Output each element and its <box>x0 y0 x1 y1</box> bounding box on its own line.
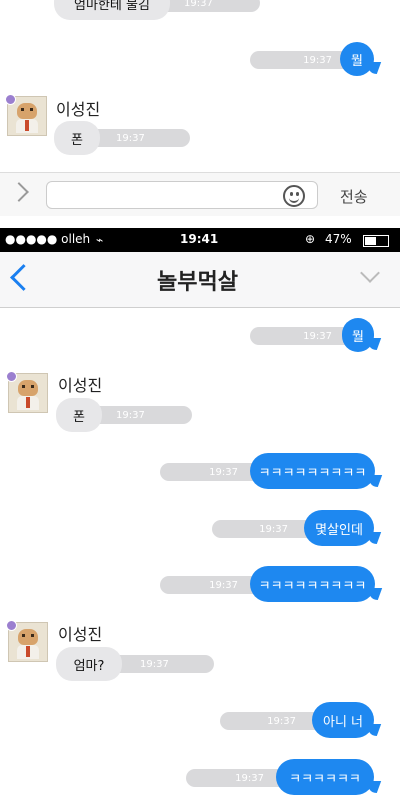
top-chat-panel: 19:37 엄마한테 물김 19:37 뭘 이성진 19:37 폰 <box>0 0 400 172</box>
clock: 19:41 <box>180 232 219 246</box>
message-bubble-received[interactable]: 폰 <box>54 121 100 155</box>
back-chevron-icon[interactable] <box>10 264 37 291</box>
chevron-down-icon[interactable] <box>360 263 380 283</box>
link-icon: ⌁ <box>96 233 104 247</box>
message-bubble-received[interactable]: 폰 <box>56 398 102 432</box>
message-bubble-sent[interactable]: 뭘 <box>342 318 374 352</box>
message-bubble-sent[interactable]: 뭘 <box>340 42 374 76</box>
sender-name: 이성진 <box>56 100 101 119</box>
sender-name: 이성진 <box>58 376 103 395</box>
message-input[interactable] <box>46 181 318 209</box>
emoji-icon[interactable] <box>283 185 305 207</box>
conversation: 19:37 뭘 이성진 19:37 폰 19:37 ㅋㅋㅋㅋㅋㅋㅋㅋㅋ 19:3… <box>0 308 400 800</box>
online-indicator <box>6 620 17 631</box>
message-bubble-sent[interactable]: ㅋㅋㅋㅋㅋㅋ <box>276 759 374 795</box>
message-bubble-sent[interactable]: ㅋㅋㅋㅋㅋㅋㅋㅋㅋ <box>250 566 375 602</box>
message-bubble-received[interactable]: 엄마한테 물김 <box>54 0 170 20</box>
message-bubble-sent[interactable]: 몇살인데 <box>304 510 374 546</box>
avatar[interactable] <box>5 94 47 136</box>
orientation-lock-icon: ⊕ <box>305 232 316 246</box>
status-bar: ●●●●● olleh ⌁ 19:41 ⊕ 47% <box>0 228 400 252</box>
sender-name: 이성진 <box>58 625 103 644</box>
battery-icon <box>363 235 389 247</box>
avatar[interactable] <box>6 620 48 662</box>
send-button[interactable]: 전송 <box>340 186 368 207</box>
nav-bar: 놀부먹살 <box>0 252 400 308</box>
screenshot-divider <box>0 216 400 228</box>
message-bubble-sent[interactable]: ㅋㅋㅋㅋㅋㅋㅋㅋㅋ <box>250 453 375 489</box>
page-title: 놀부먹살 <box>157 270 238 295</box>
chevron-right-icon[interactable] <box>9 182 29 202</box>
online-indicator <box>6 371 17 382</box>
online-indicator <box>5 94 16 105</box>
message-input-bar: 전송 <box>0 172 400 217</box>
message-bubble-received[interactable]: 엄마? <box>56 647 122 681</box>
avatar[interactable] <box>6 371 48 413</box>
message-bubble-sent[interactable]: 아니 너 <box>312 702 374 738</box>
carrier-label: ●●●●● olleh <box>5 232 91 246</box>
battery-percent: 47% <box>325 232 352 246</box>
